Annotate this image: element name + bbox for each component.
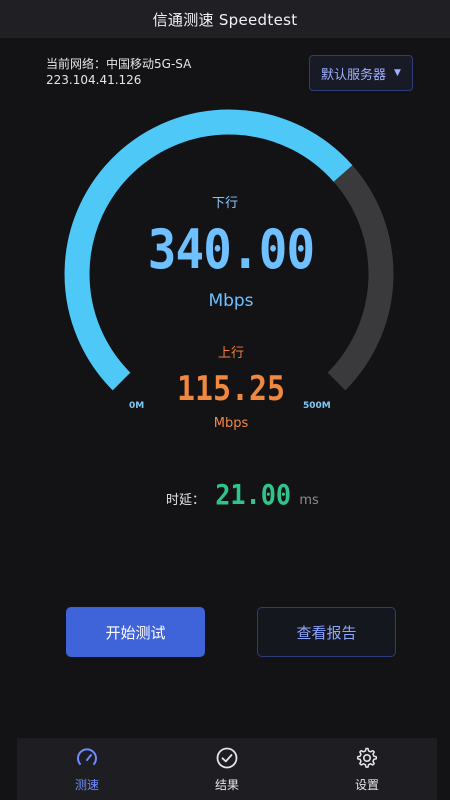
upload-label: 上行: [217, 346, 244, 361]
gauge-min-label: 0M: [129, 401, 145, 411]
view-report-button[interactable]: 查看报告: [257, 607, 396, 657]
tab-settings-label: 设置: [354, 777, 379, 792]
tab-speedtest-label: 测速: [74, 777, 99, 792]
latency-label: 时延：: [166, 493, 206, 508]
start-test-button[interactable]: 开始测试: [66, 607, 205, 657]
tab-results-label: 结果: [214, 777, 239, 792]
download-label: 下行: [211, 196, 238, 211]
latency-value: 21.00: [215, 478, 292, 511]
gear-icon: [356, 747, 378, 768]
tab-settings[interactable]: 设置: [312, 746, 422, 793]
download-speed-value: 340.00: [147, 218, 315, 281]
bottom-tab-bar: 测速 结果 设置: [17, 738, 437, 800]
upload-unit: Mbps: [213, 416, 249, 431]
latency-unit: ms: [299, 493, 319, 508]
gauge-max-label: 500M: [303, 401, 331, 411]
speedtest-screen: 信通测速 Speedtest 当前网络： 中国移动5G-SA 223.104.4…: [0, 0, 450, 800]
speedometer-icon: [77, 747, 97, 765]
upload-speed-value: 115.25: [176, 369, 286, 409]
check-circle-icon: [216, 747, 238, 768]
latency-readout: 时延： 21.00 ms: [166, 478, 319, 518]
tab-speedtest[interactable]: 测速: [32, 746, 142, 793]
download-unit: Mbps: [208, 291, 254, 311]
tab-results[interactable]: 结果: [172, 746, 282, 793]
